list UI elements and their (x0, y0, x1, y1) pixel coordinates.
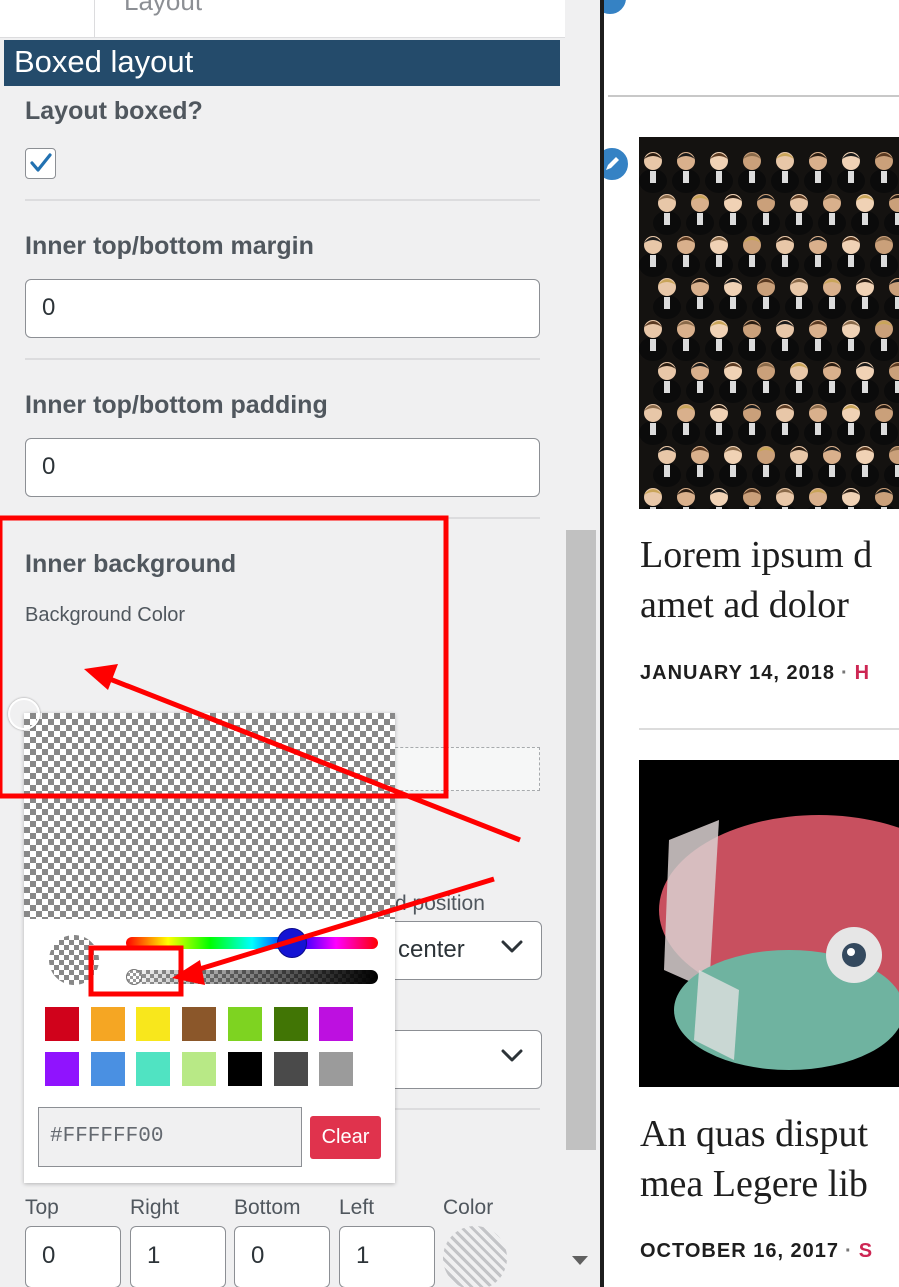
margin-input[interactable]: 0 (25, 279, 540, 338)
header-divider (608, 95, 899, 97)
border-bottom-input[interactable]: 0 (234, 1226, 330, 1287)
color-swatch[interactable] (227, 1007, 262, 1041)
border-color-swatch[interactable] (443, 1226, 507, 1287)
pencil-icon[interactable] (604, 146, 630, 182)
border-top-input[interactable]: 0 (25, 1226, 121, 1287)
border-right-label: Right (130, 1196, 180, 1219)
alpha-slider[interactable] (126, 970, 378, 984)
border-left-label: Left (339, 1196, 375, 1219)
clear-button[interactable]: Clear (310, 1116, 381, 1159)
color-swatch[interactable] (227, 1052, 262, 1086)
post-meta: JANUARY 14, 2018 · H (640, 662, 870, 685)
post-divider (639, 728, 899, 730)
post-meta: OCTOBER 16, 2017 · S (640, 1240, 873, 1263)
section-title: Boxed layout (4, 40, 560, 86)
checkmark-icon (30, 153, 52, 172)
hue-slider-handle[interactable] (277, 928, 307, 958)
saturation-handle[interactable] (8, 698, 40, 730)
pencil-glyph-icon (606, 157, 619, 170)
padding-label: Inner top/bottom padding (25, 391, 328, 419)
post-category[interactable]: S (859, 1240, 873, 1262)
divider (25, 358, 540, 360)
layout-boxed-checkbox[interactable] (25, 148, 56, 179)
meta-separator: · (840, 662, 849, 684)
hue-slider[interactable] (126, 937, 378, 949)
color-swatch[interactable] (182, 1052, 217, 1086)
site-preview: Lorem ipsum d amet ad dolor JANUARY 14, … (600, 0, 899, 1287)
post-title[interactable]: Lorem ipsum d (640, 530, 872, 580)
border-left-input[interactable]: 1 (339, 1226, 435, 1287)
divider (25, 517, 540, 519)
post-featured-image-audience[interactable] (639, 137, 899, 509)
back-button-divider (94, 0, 95, 38)
color-swatch[interactable] (90, 1052, 125, 1086)
annotation-arrowhead (84, 664, 118, 690)
padding-input[interactable]: 0 (25, 438, 540, 497)
audience-photo (639, 137, 899, 509)
scrollbar-thumb[interactable] (566, 530, 596, 1150)
color-swatch[interactable] (182, 1007, 217, 1041)
border-right-input[interactable]: 1 (130, 1226, 226, 1287)
layout-boxed-label: Layout boxed? (25, 97, 203, 125)
post-date: OCTOBER 16, 2017 (640, 1240, 840, 1262)
meta-separator: · (845, 1240, 853, 1262)
post-featured-image-fish[interactable] (639, 760, 899, 1087)
chevron-down-icon (501, 1049, 523, 1062)
color-swatch[interactable] (273, 1052, 308, 1086)
fish-illustration (639, 760, 899, 1087)
color-swatch[interactable] (136, 1007, 171, 1041)
saturation-area[interactable] (24, 713, 395, 919)
inner-background-label: Inner background (25, 550, 237, 578)
color-swatch[interactable] (45, 1052, 79, 1086)
background-position-value: center (398, 936, 465, 963)
background-position-select[interactable]: center (385, 921, 542, 980)
color-preview-circle (49, 935, 99, 985)
color-swatch[interactable] (319, 1007, 354, 1041)
hex-color-input[interactable]: #FFFFFF00 (38, 1107, 302, 1167)
divider (25, 199, 540, 201)
color-picker-popup: #FFFFFF00 Clear (24, 713, 395, 1183)
post-title[interactable]: An quas disput (640, 1109, 868, 1159)
post-category[interactable]: H (855, 662, 870, 684)
border-top-label: Top (25, 1196, 59, 1219)
margin-label: Inner top/bottom margin (25, 232, 314, 260)
border-color-label: Color (443, 1196, 494, 1219)
post-date: JANUARY 14, 2018 (640, 662, 835, 684)
panel-breadcrumb-bar: Layout (0, 0, 565, 38)
color-swatch[interactable] (90, 1007, 125, 1041)
background-position-label: d position (395, 892, 485, 915)
background-color-label: Background Color (25, 604, 186, 626)
alpha-slider-handle[interactable] (126, 969, 142, 985)
post-title[interactable]: mea Legere lib (640, 1159, 868, 1209)
background-image-dropzone[interactable] (380, 747, 540, 791)
background-option-select[interactable] (385, 1030, 542, 1089)
breadcrumb-title: Layout (124, 0, 203, 16)
color-swatch[interactable] (273, 1007, 308, 1041)
color-swatch[interactable] (136, 1052, 171, 1086)
color-swatch[interactable] (319, 1052, 354, 1086)
border-bottom-label: Bottom (234, 1196, 301, 1219)
chevron-down-icon (501, 940, 523, 953)
color-swatch[interactable] (45, 1007, 79, 1041)
customizer-panel: Layout Boxed layout Layout boxed? Inner … (0, 0, 600, 1287)
scroll-down-arrow-icon[interactable] (572, 1256, 588, 1265)
post-title[interactable]: amet ad dolor (640, 580, 849, 630)
edit-shortcut-icon[interactable] (604, 0, 628, 16)
divider (395, 1108, 540, 1110)
